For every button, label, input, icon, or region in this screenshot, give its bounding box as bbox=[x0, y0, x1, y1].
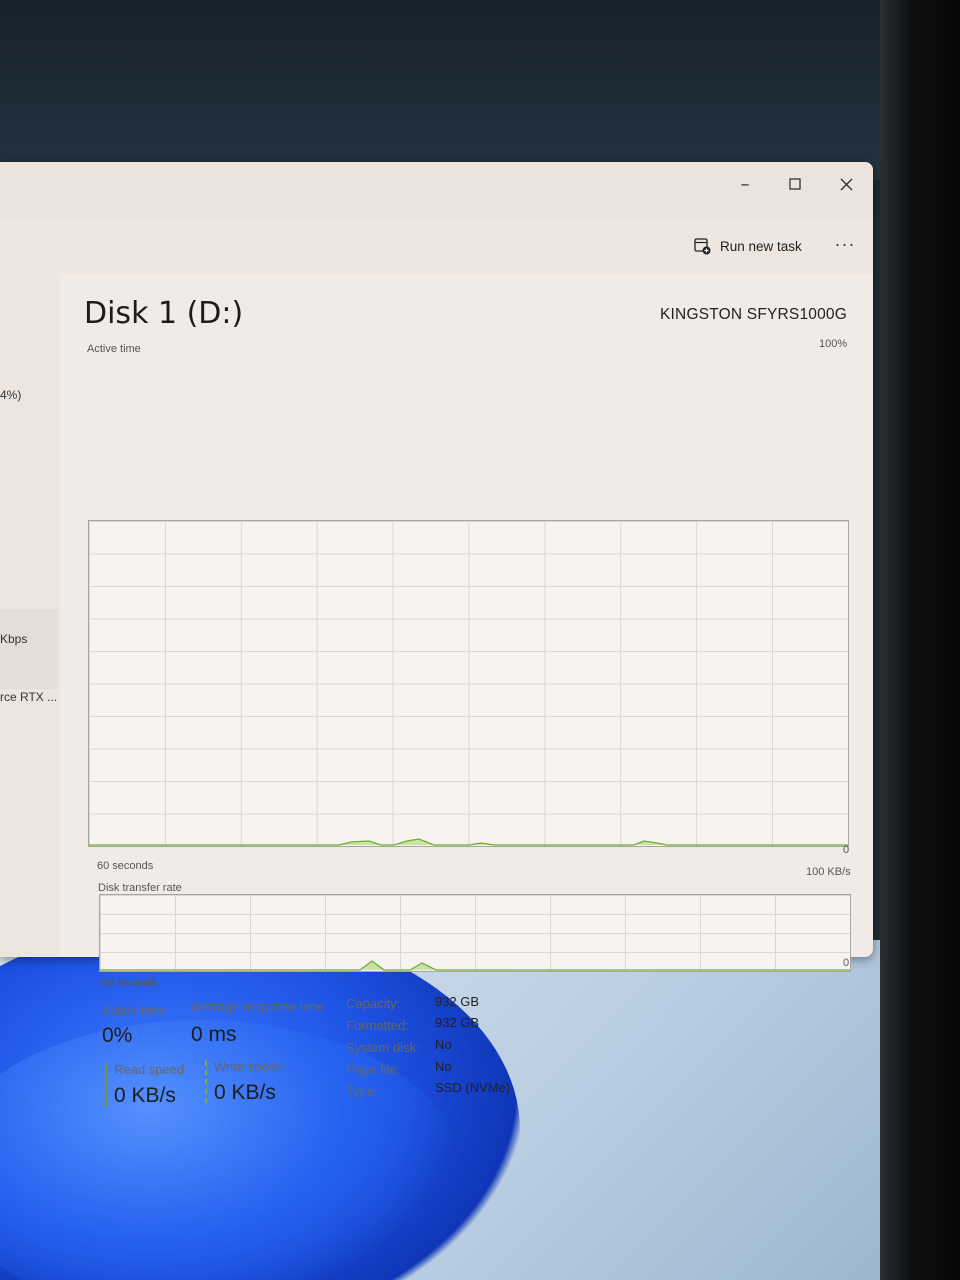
avg-response-label: Average response time bbox=[191, 999, 325, 1014]
transfer-rate-max-label: 100 KB/s bbox=[806, 866, 851, 878]
disk-model: KINGSTON SFYRS1000G bbox=[660, 306, 847, 323]
active-time-min-label: 0 bbox=[843, 844, 850, 856]
maximize-icon bbox=[789, 178, 801, 190]
capacity-label: Capacity: bbox=[346, 996, 401, 1011]
read-speed-indicator bbox=[105, 1063, 107, 1107]
more-options-button[interactable]: ··· bbox=[830, 230, 860, 258]
page-file-label: Page file: bbox=[346, 1062, 401, 1077]
formatted-value: 932 GB bbox=[435, 1015, 480, 1030]
run-new-task-label: Run new task bbox=[720, 238, 802, 254]
run-new-task-button[interactable]: Run new task bbox=[694, 232, 802, 260]
close-icon bbox=[840, 178, 852, 190]
active-time-graph-line bbox=[89, 838, 848, 846]
disk-panel: Disk 1 (D:) KINGSTON SFYRS1000G Active t… bbox=[0, 274, 873, 1107]
active-time-stat-label: Active time bbox=[102, 1003, 166, 1018]
read-speed-label: Read speed bbox=[114, 1062, 185, 1077]
minimize-button[interactable]: – bbox=[722, 168, 768, 200]
active-time-max-label: 100% bbox=[819, 338, 848, 350]
transfer-rate-duration-label: 60 seconds bbox=[101, 977, 158, 989]
active-time-duration-label: 60 seconds bbox=[97, 860, 154, 872]
write-speed-value: 0 KB/s bbox=[214, 1081, 276, 1104]
disk-title: Disk 1 (D:) bbox=[84, 296, 244, 331]
type-label: Type: bbox=[346, 1084, 378, 1099]
active-time-stat-value: 0% bbox=[102, 1024, 133, 1047]
transfer-rate-graph bbox=[99, 894, 851, 972]
task-manager-window: – Run new task ··· 4%) Kbps rce RTX ... … bbox=[0, 162, 873, 1107]
avg-response-value: 0 ms bbox=[191, 1023, 237, 1046]
write-speed-label: Write speed bbox=[214, 1059, 284, 1074]
page-file-value: No bbox=[435, 1059, 452, 1074]
capacity-value: 932 GB bbox=[435, 994, 480, 1009]
type-value: SSD (NVMe) bbox=[435, 1080, 511, 1095]
close-button[interactable] bbox=[823, 168, 869, 200]
active-time-graph bbox=[88, 520, 849, 847]
read-speed-value: 0 KB/s bbox=[114, 1084, 176, 1107]
maximize-button[interactable] bbox=[772, 168, 818, 200]
run-task-icon bbox=[694, 237, 711, 254]
active-time-graph-label: Active time bbox=[87, 343, 141, 355]
transfer-rate-graph-line bbox=[100, 960, 850, 971]
system-disk-value: No bbox=[435, 1037, 452, 1052]
desktop-wallpaper bbox=[0, 940, 880, 1280]
transfer-rate-min-label: 0 bbox=[843, 957, 850, 969]
transfer-rate-graph-label: Disk transfer rate bbox=[98, 882, 182, 894]
title-bar: – bbox=[0, 162, 873, 218]
monitor-bezel bbox=[880, 0, 960, 1280]
background-top bbox=[0, 0, 960, 180]
formatted-label: Formatted: bbox=[346, 1018, 409, 1033]
toolbar: Run new task ··· bbox=[0, 218, 873, 274]
system-disk-label: System disk: bbox=[346, 1040, 420, 1055]
write-speed-indicator bbox=[205, 1060, 207, 1104]
